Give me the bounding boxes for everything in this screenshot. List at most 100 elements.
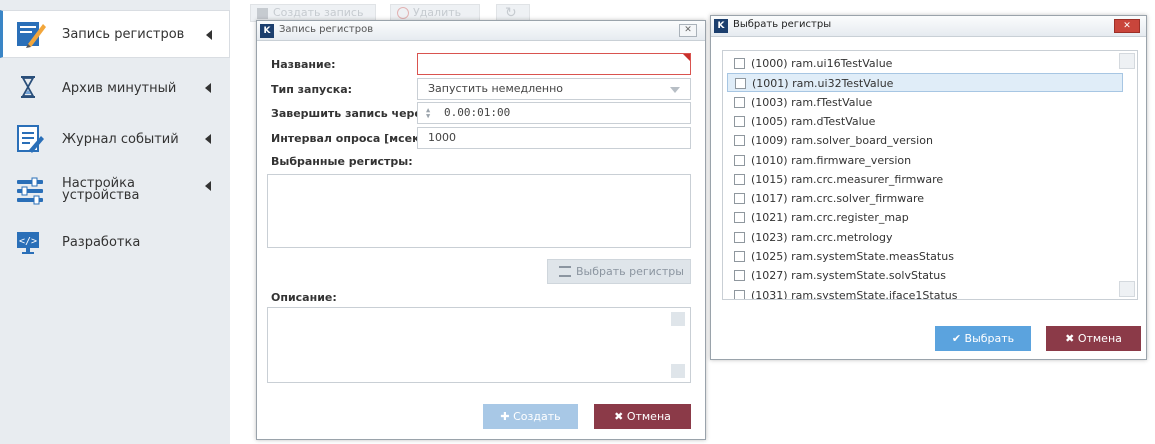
- cancel-button[interactable]: ✖ Отмена: [594, 404, 691, 429]
- register-label: (1023) ram.crc.metrology: [751, 230, 893, 244]
- checkmark-icon: ✔: [951, 332, 965, 345]
- sidebar-item-label: Журнал событий: [62, 132, 179, 147]
- sliders-icon: [14, 175, 44, 205]
- register-label: (1017) ram.crc.solver_firmware: [751, 192, 924, 206]
- register-checkbox[interactable]: [734, 173, 745, 185]
- select-registers-button[interactable]: Выбрать регистры: [547, 259, 691, 284]
- register-row[interactable]: (1010) ram.firmware_version: [727, 151, 1123, 170]
- register-label: (1025) ram.systemState.measStatus: [751, 250, 954, 263]
- register-row[interactable]: (1021) ram.crc.register_map: [727, 208, 1123, 227]
- register-label: (1003) ram.fTestValue: [751, 95, 873, 109]
- sidebar-item-minute-archive[interactable]: Архив минутный: [0, 62, 230, 114]
- scroll-up-icon[interactable]: [671, 312, 685, 326]
- chevron-down-icon: [670, 87, 680, 93]
- description-textarea[interactable]: [267, 307, 691, 383]
- register-row[interactable]: (1009) ram.solver_board_version: [727, 131, 1123, 150]
- create-button[interactable]: ✚ Создать: [483, 404, 578, 429]
- select-registers-label: Выбрать регистры: [576, 265, 684, 278]
- register-checkbox[interactable]: [734, 212, 745, 224]
- save-icon: [257, 8, 268, 19]
- finish-duration-stepper[interactable]: ▲ ▼ 0.00:01:00: [417, 102, 691, 124]
- cancel-label: Отмена: [1077, 332, 1122, 345]
- register-label: (1001) ram.ui32TestValue: [752, 77, 894, 91]
- interval-label: Интервал опроса [мсек]:: [271, 132, 430, 145]
- close-button[interactable]: ✕: [1114, 19, 1140, 33]
- register-checkbox[interactable]: [734, 231, 745, 243]
- register-checkbox[interactable]: [734, 251, 745, 262]
- register-row[interactable]: (1031) ram.systemState.iface1Status: [727, 286, 1123, 300]
- code-monitor-icon: </>: [14, 227, 44, 257]
- app-logo-icon: K: [714, 19, 728, 33]
- select-label: Выбрать: [964, 332, 1015, 345]
- sidebar-item-label: Настройка устройства: [62, 176, 140, 203]
- close-circle-icon: [397, 7, 409, 19]
- register-label: (1010) ram.firmware_version: [751, 153, 912, 167]
- register-label: (1031) ram.systemState.iface1Status: [751, 288, 958, 300]
- register-checkbox[interactable]: [734, 154, 745, 166]
- close-icon: ✖: [1065, 332, 1078, 345]
- launch-type-label: Тип запуска:: [271, 83, 353, 96]
- hourglass-icon: [14, 72, 44, 102]
- register-row[interactable]: (1015) ram.crc.measurer_firmware: [727, 170, 1123, 189]
- register-checkbox[interactable]: [734, 289, 745, 299]
- register-label: (1015) ram.crc.measurer_firmware: [751, 172, 944, 186]
- scroll-up-icon[interactable]: [1119, 53, 1135, 69]
- chevron-left-icon: [205, 181, 211, 191]
- finish-duration-value: 0.00:01:00: [444, 106, 511, 119]
- register-label: (1027) ram.systemState.solvStatus: [751, 269, 947, 283]
- registers-list[interactable]: (1000) ram.ui16TestValue (1001) ram.ui32T…: [722, 50, 1138, 300]
- register-checkbox[interactable]: [734, 270, 745, 282]
- chevron-left-icon: [206, 30, 212, 40]
- dialog-titlebar: K Выбрать регистры ✕: [711, 16, 1146, 37]
- sidebar: Запись регистров Архив минутный Журнал с…: [0, 0, 230, 444]
- interval-field[interactable]: 1000: [417, 127, 691, 149]
- register-checkbox[interactable]: [734, 96, 745, 108]
- register-checkbox[interactable]: [734, 193, 745, 205]
- sidebar-item-label: Разработка: [62, 235, 141, 250]
- register-checkbox[interactable]: [734, 115, 745, 127]
- plus-icon: ✚: [500, 410, 514, 423]
- scroll-down-icon[interactable]: [671, 364, 685, 378]
- register-checkbox[interactable]: [735, 78, 746, 90]
- selected-registers-label: Выбранные регистры:: [271, 155, 413, 168]
- launch-type-select[interactable]: Запустить немедленно: [417, 78, 691, 100]
- register-checkbox[interactable]: [734, 58, 745, 69]
- register-row[interactable]: (1005) ram.dTestValue: [727, 112, 1123, 131]
- close-button[interactable]: ✕: [679, 24, 697, 37]
- cancel-label: Отмена: [626, 410, 671, 423]
- refresh-icon: ↻: [505, 5, 517, 21]
- sidebar-item-device-settings[interactable]: Настройка устройства: [0, 165, 230, 217]
- register-row[interactable]: (1025) ram.systemState.measStatus: [727, 247, 1123, 266]
- description-label: Описание:: [271, 291, 337, 304]
- create-record-label: Создать запись: [273, 6, 364, 19]
- dialog-title: Запись регистров: [279, 24, 374, 35]
- register-row[interactable]: (1023) ram.crc.metrology: [727, 228, 1123, 247]
- finish-label: Завершить запись через:: [271, 107, 433, 120]
- register-label: (1000) ram.ui16TestValue: [751, 57, 893, 70]
- register-row[interactable]: (1027) ram.systemState.solvStatus: [727, 266, 1123, 285]
- register-checkbox[interactable]: [734, 135, 745, 147]
- record-registers-dialog: K Запись регистров ✕ Название: Тип запус…: [256, 20, 706, 440]
- delete-label: Удалить: [413, 6, 462, 19]
- name-label: Название:: [271, 58, 336, 71]
- register-label: (1009) ram.solver_board_version: [751, 134, 933, 148]
- selected-registers-list[interactable]: [267, 174, 691, 248]
- sidebar-item-register-recording[interactable]: Запись регистров: [0, 10, 230, 58]
- register-row[interactable]: (1000) ram.ui16TestValue: [727, 54, 1123, 73]
- app-logo-icon: K: [260, 24, 274, 38]
- select-button[interactable]: ✔ Выбрать: [935, 326, 1031, 351]
- sidebar-item-development[interactable]: </> Разработка: [0, 217, 230, 269]
- register-label: (1005) ram.dTestValue: [751, 114, 876, 128]
- scroll-down-icon[interactable]: [1119, 281, 1135, 297]
- chevron-left-icon: [205, 134, 211, 144]
- name-field[interactable]: [417, 53, 691, 75]
- register-label: (1021) ram.crc.register_map: [751, 211, 909, 225]
- register-row[interactable]: (1001) ram.ui32TestValue: [727, 73, 1123, 93]
- launch-type-value: Запустить немедленно: [428, 82, 564, 95]
- sidebar-item-event-log[interactable]: Журнал событий: [0, 113, 230, 165]
- required-marker-icon: [683, 54, 690, 61]
- pencil-paper-icon: [14, 18, 46, 48]
- cancel-button[interactable]: ✖ Отмена: [1046, 326, 1141, 351]
- register-row[interactable]: (1003) ram.fTestValue: [727, 93, 1123, 112]
- register-row[interactable]: (1017) ram.crc.solver_firmware: [727, 189, 1123, 208]
